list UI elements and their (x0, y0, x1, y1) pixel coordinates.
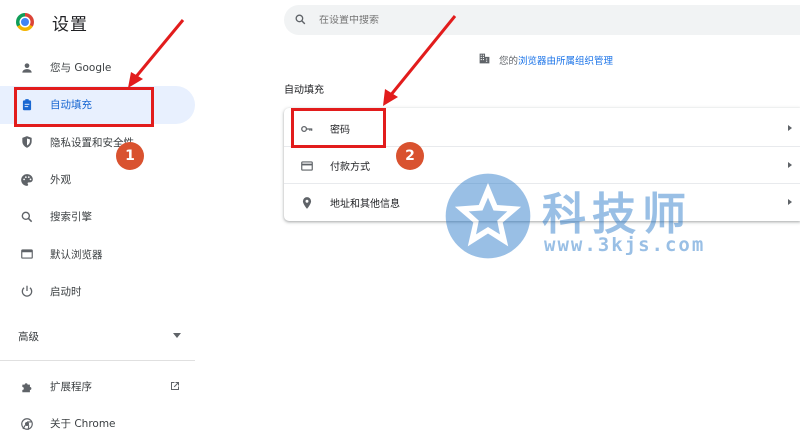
sidebar-item-default-browser[interactable]: 默认浏览器 (0, 235, 195, 272)
managed-notice: 您的 浏览器由所属组织管理 (478, 53, 613, 67)
sidebar-item-label: 外观 (50, 174, 71, 187)
annotation-box-passwords (291, 108, 386, 148)
star-logo-icon (445, 173, 531, 259)
person-icon (20, 61, 34, 75)
row-label: 地址和其他信息 (330, 199, 400, 210)
sidebar-item-on-startup[interactable]: 启动时 (0, 273, 195, 310)
search-icon (20, 210, 34, 224)
row-label: 付款方式 (330, 162, 370, 173)
section-title: 自动填充 (284, 85, 324, 96)
sidebar-item-label: 默认浏览器 (50, 248, 103, 261)
sidebar-item-label: 搜索引擎 (50, 211, 92, 224)
managed-notice-prefix: 您的 (499, 56, 519, 67)
palette-icon (20, 173, 34, 187)
sidebar-item-you-and-google[interactable]: 您与 Google (0, 49, 195, 86)
chrome-icon (20, 417, 34, 431)
chrome-logo-icon (16, 13, 34, 31)
watermark: 科技师 www.3kjs.com (442, 168, 800, 268)
location-pin-icon (300, 196, 314, 210)
power-icon (20, 284, 34, 298)
page-title: 设置 (52, 14, 88, 35)
annotation-box-autofill (14, 87, 154, 127)
watermark-url: www.3kjs.com (544, 234, 706, 256)
sidebar-bottom-nav: 扩展程序 关于 Chrome (0, 368, 195, 441)
sidebar-advanced-label: 高级 (18, 330, 39, 343)
open-in-new-icon[interactable] (169, 380, 181, 392)
building-icon (478, 52, 499, 68)
sidebar-item-about-chrome[interactable]: 关于 Chrome (0, 405, 195, 441)
search-bar[interactable] (284, 5, 800, 35)
sidebar-divider (0, 360, 195, 361)
chevron-down-icon (173, 333, 181, 338)
sidebar-item-appearance[interactable]: 外观 (0, 161, 195, 198)
credit-card-icon (300, 159, 314, 173)
sidebar-item-label: 您与 Google (50, 62, 112, 75)
shield-icon (20, 135, 34, 149)
browser-icon (20, 247, 34, 261)
sidebar-item-label: 关于 Chrome (50, 418, 116, 430)
puzzle-icon (20, 380, 34, 394)
sidebar: 设置 您与 Google 自动填充 隐私设置和安全性 外观 搜索引擎 默认浏览器… (0, 0, 200, 441)
annotation-badge-1: 1 (116, 142, 144, 170)
sidebar-item-search-engine[interactable]: 搜索引擎 (0, 198, 195, 235)
sidebar-item-label: 扩展程序 (50, 381, 92, 393)
sidebar-item-label: 启动时 (50, 285, 82, 298)
annotation-badge-2: 2 (396, 142, 424, 170)
managed-notice-link[interactable]: 浏览器由所属组织管理 (518, 53, 613, 67)
arrow-right-icon (788, 125, 792, 131)
search-icon (294, 11, 307, 30)
sidebar-item-extensions[interactable]: 扩展程序 (0, 368, 195, 405)
sidebar-advanced-toggle[interactable]: 高级 (0, 320, 195, 352)
sidebar-item-privacy[interactable]: 隐私设置和安全性 (0, 124, 195, 161)
search-input[interactable] (319, 14, 619, 26)
brand: 设置 (16, 10, 88, 35)
watermark-title: 科技师 (542, 189, 692, 240)
